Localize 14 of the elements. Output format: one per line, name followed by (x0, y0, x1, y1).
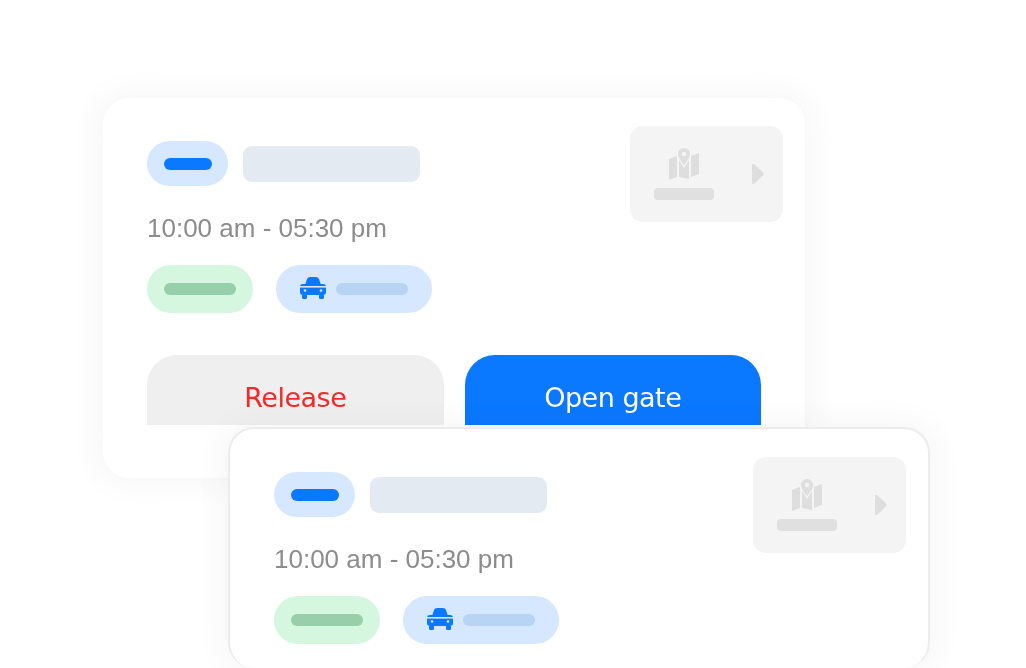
open-gate-button[interactable]: Open gate (464, 355, 761, 425)
car-icon (426, 608, 454, 632)
skeleton-bar (336, 283, 408, 295)
skeleton-bar (164, 283, 236, 295)
time-range: 10:00 am - 05:30 pm (274, 543, 515, 576)
release-button[interactable]: Release (147, 355, 444, 425)
map-card[interactable] (753, 457, 906, 553)
skeleton-bar (163, 157, 212, 170)
car-icon (299, 277, 327, 301)
skeleton-bar (290, 488, 339, 501)
time-range: 10:00 am - 05:30 pm (147, 212, 388, 245)
skeleton-bar (291, 614, 363, 626)
skeleton-bar (463, 614, 535, 626)
map-card[interactable] (630, 126, 783, 222)
